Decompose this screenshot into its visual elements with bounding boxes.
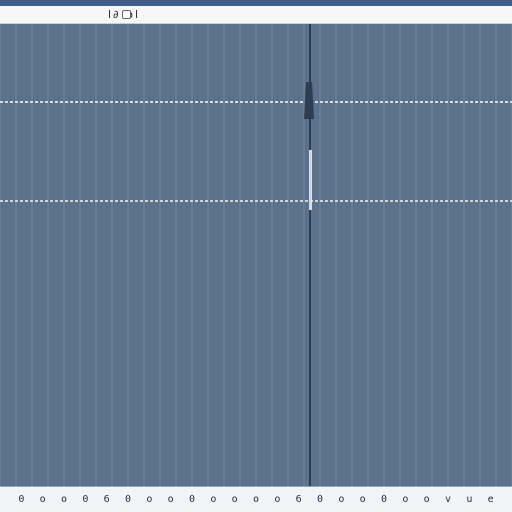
ruler-label: o [402,494,409,505]
ruler-label: u [466,494,473,505]
ruler-label: 0 [188,494,196,505]
waveform-canvas [0,24,512,486]
ruler-label: o [252,494,260,505]
ruler-label: o [359,494,366,505]
ruler-label: 0 [380,494,388,505]
cursor-marker[interactable] [304,82,314,119]
ruler-label: e [487,494,494,505]
ruler-label: o [60,494,68,505]
time-ruler: 0 o o 0 6 0 o o 0 o o o o 6 0 o o 0 o o v u e [0,486,512,512]
toolbar: l∂ ol [0,6,512,24]
ruler-label: o [423,494,430,505]
ruler-label: o [338,494,345,505]
plot-window: l∂ ol 0 o o 0 6 0 o o 0 o o o o 6 0 o o 0 o o v u e [0,0,512,512]
ruler-label: 6 [295,494,302,505]
ruler-label: 6 [103,494,110,505]
file-icon[interactable] [122,10,131,19]
ruler-label: v [444,494,452,505]
ruler-label: o [146,494,153,505]
ruler-label: o [231,494,238,505]
ruler-label: 0 [316,494,324,505]
ruler-label: o [210,494,217,505]
ruler-label: 0 [82,494,89,505]
cursor-handle[interactable] [309,150,312,210]
ruler-label: 0 [18,494,25,505]
ruler-label: o [167,494,174,505]
waveform-area[interactable] [0,24,512,486]
ruler-label: o [39,494,46,505]
ruler-label: 0 [124,494,132,505]
ruler-label: o [274,494,281,505]
